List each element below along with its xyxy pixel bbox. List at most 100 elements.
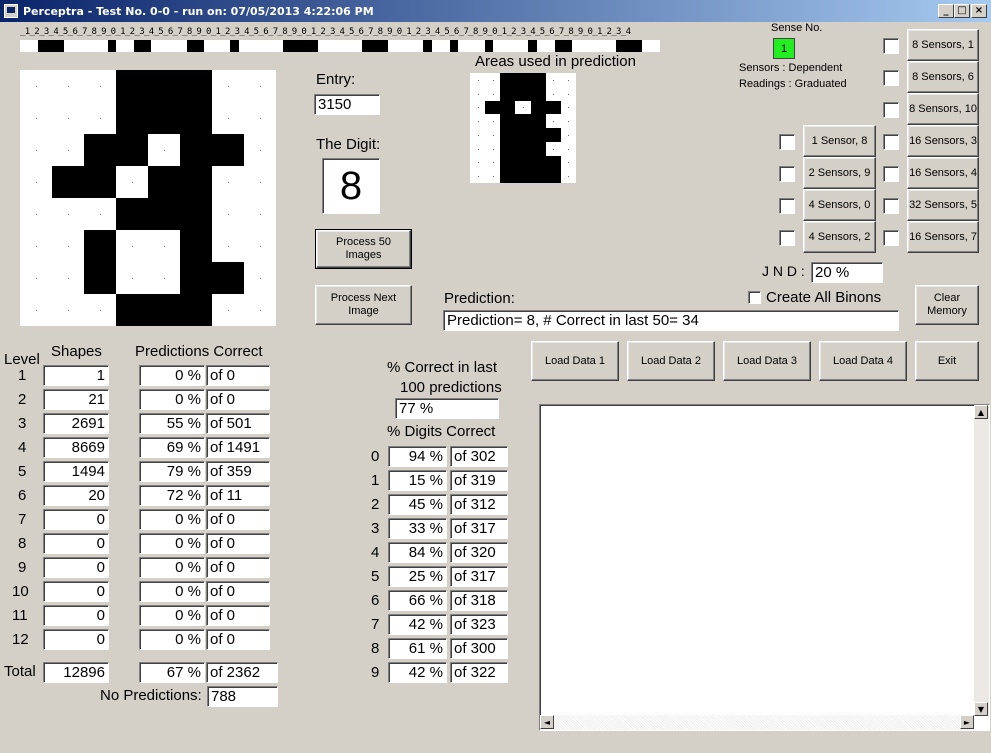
- of-count-field[interactable]: of 11: [206, 485, 270, 506]
- scroll-left-icon[interactable]: ◄: [540, 715, 554, 729]
- load-data-2-button[interactable]: Load Data 2: [627, 341, 715, 381]
- digit-pct-field[interactable]: 42 %: [388, 662, 447, 683]
- total-shapes-field[interactable]: 12896: [43, 662, 109, 683]
- digit-pct-field[interactable]: 84 %: [388, 542, 447, 563]
- of-count-field[interactable]: of 1491: [206, 437, 270, 458]
- pct-correct-field[interactable]: 0 %: [139, 509, 205, 530]
- shapes-field[interactable]: 1: [43, 365, 109, 386]
- digit-of-field[interactable]: of 300: [450, 638, 508, 659]
- vertical-scrollbar[interactable]: ▲ ▼: [974, 405, 989, 716]
- horizontal-scrollbar[interactable]: ◄ ►: [540, 715, 974, 730]
- shapes-field[interactable]: 21: [43, 389, 109, 410]
- process-next-button[interactable]: Process Next Image: [315, 285, 412, 325]
- load-data-3-button[interactable]: Load Data 3: [723, 341, 811, 381]
- sensor-button-r0[interactable]: 8 Sensors, 1: [907, 29, 979, 61]
- pct-correct-field[interactable]: 0 %: [139, 365, 205, 386]
- minimize-button[interactable]: _: [938, 4, 954, 18]
- digit-of-field[interactable]: of 322: [450, 662, 508, 683]
- sensor-button-l2[interactable]: 4 Sensors, 0: [803, 189, 876, 221]
- jnd-field[interactable]: 20 %: [811, 262, 883, 283]
- process-50-button[interactable]: Process 50 Images: [315, 229, 412, 269]
- scroll-down-icon[interactable]: ▼: [974, 702, 988, 716]
- digit-of-field[interactable]: of 302: [450, 446, 508, 467]
- sensor-button-r3[interactable]: 16 Sensors, 3: [907, 125, 979, 157]
- sensor-checkbox-r3[interactable]: [883, 134, 899, 150]
- digit-of-field[interactable]: of 318: [450, 590, 508, 611]
- clear-memory-button[interactable]: Clear Memory: [915, 285, 979, 325]
- digit-of-field[interactable]: of 323: [450, 614, 508, 635]
- sensor-checkbox-l1[interactable]: [779, 166, 795, 182]
- of-count-field[interactable]: of 0: [206, 533, 270, 554]
- sensor-checkbox-l0[interactable]: [779, 134, 795, 150]
- sensor-checkbox-l3[interactable]: [779, 230, 795, 246]
- sensor-checkbox-r1[interactable]: [883, 70, 899, 86]
- load-data-1-button[interactable]: Load Data 1: [531, 341, 619, 381]
- sensor-checkbox-r4[interactable]: [883, 166, 899, 182]
- shapes-field[interactable]: 0: [43, 629, 109, 650]
- close-button[interactable]: ×: [971, 4, 987, 18]
- last100-field[interactable]: 77 %: [395, 398, 499, 419]
- sensor-checkbox-r6[interactable]: [883, 230, 899, 246]
- sensor-button-r6[interactable]: 16 Sensors, 7: [907, 221, 979, 253]
- pct-correct-field[interactable]: 0 %: [139, 533, 205, 554]
- shapes-field[interactable]: 0: [43, 557, 109, 578]
- pct-correct-field[interactable]: 0 %: [139, 389, 205, 410]
- pct-correct-field[interactable]: 0 %: [139, 557, 205, 578]
- shapes-field[interactable]: 0: [43, 533, 109, 554]
- exit-button[interactable]: Exit: [915, 341, 979, 381]
- digit-pct-field[interactable]: 42 %: [388, 614, 447, 635]
- digit-of-field[interactable]: of 317: [450, 518, 508, 539]
- shapes-field[interactable]: 20: [43, 485, 109, 506]
- digit-of-field[interactable]: of 312: [450, 494, 508, 515]
- digit-pct-field[interactable]: 66 %: [388, 590, 447, 611]
- entry-field[interactable]: 3150: [314, 94, 380, 115]
- sensor-button-r4[interactable]: 16 Sensors, 4: [907, 157, 979, 189]
- pct-correct-field[interactable]: 0 %: [139, 629, 205, 650]
- digit-pct-field[interactable]: 15 %: [388, 470, 447, 491]
- of-count-field[interactable]: of 0: [206, 509, 270, 530]
- digit-of-field[interactable]: of 320: [450, 542, 508, 563]
- scroll-right-icon[interactable]: ►: [960, 715, 974, 729]
- sensor-button-l0[interactable]: 1 Sensor, 8: [803, 125, 876, 157]
- digit-pct-field[interactable]: 33 %: [388, 518, 447, 539]
- of-count-field[interactable]: of 0: [206, 557, 270, 578]
- of-count-field[interactable]: of 0: [206, 629, 270, 650]
- shapes-field[interactable]: 0: [43, 581, 109, 602]
- digit-pct-field[interactable]: 94 %: [388, 446, 447, 467]
- digit-of-field[interactable]: of 319: [450, 470, 508, 491]
- load-data-4-button[interactable]: Load Data 4: [819, 341, 907, 381]
- total-pct-field[interactable]: 67 %: [139, 662, 205, 683]
- create-binons-checkbox[interactable]: [748, 291, 761, 304]
- scroll-up-icon[interactable]: ▲: [974, 405, 988, 419]
- shapes-field[interactable]: 0: [43, 605, 109, 626]
- sensor-button-l3[interactable]: 4 Sensors, 2: [803, 221, 876, 253]
- of-count-field[interactable]: of 0: [206, 605, 270, 626]
- of-count-field[interactable]: of 501: [206, 413, 270, 434]
- digit-of-field[interactable]: of 317: [450, 566, 508, 587]
- pct-correct-field[interactable]: 72 %: [139, 485, 205, 506]
- shapes-field[interactable]: 2691: [43, 413, 109, 434]
- shapes-field[interactable]: 1494: [43, 461, 109, 482]
- pct-correct-field[interactable]: 0 %: [139, 581, 205, 602]
- digit-pct-field[interactable]: 45 %: [388, 494, 447, 515]
- pct-correct-field[interactable]: 0 %: [139, 605, 205, 626]
- sensor-checkbox-r5[interactable]: [883, 198, 899, 214]
- shapes-field[interactable]: 0: [43, 509, 109, 530]
- sensor-checkbox-l2[interactable]: [779, 198, 795, 214]
- sensor-button-r1[interactable]: 8 Sensors, 6: [907, 61, 979, 93]
- digit-pct-field[interactable]: 25 %: [388, 566, 447, 587]
- sensor-button-r5[interactable]: 32 Sensors, 5: [907, 189, 979, 221]
- of-count-field[interactable]: of 0: [206, 389, 270, 410]
- sensor-button-r2[interactable]: 8 Sensors, 10: [907, 93, 979, 125]
- sensor-checkbox-r2[interactable]: [883, 102, 899, 118]
- digit-pct-field[interactable]: 61 %: [388, 638, 447, 659]
- sensor-checkbox-r0[interactable]: [883, 38, 899, 54]
- pct-correct-field[interactable]: 69 %: [139, 437, 205, 458]
- total-of-field[interactable]: of 2362: [206, 662, 278, 683]
- prediction-field[interactable]: Prediction= 8, # Correct in last 50= 34: [443, 310, 899, 331]
- pct-correct-field[interactable]: 79 %: [139, 461, 205, 482]
- of-count-field[interactable]: of 0: [206, 365, 270, 386]
- of-count-field[interactable]: of 0: [206, 581, 270, 602]
- no-predictions-field[interactable]: 788: [207, 686, 278, 707]
- shapes-field[interactable]: 8669: [43, 437, 109, 458]
